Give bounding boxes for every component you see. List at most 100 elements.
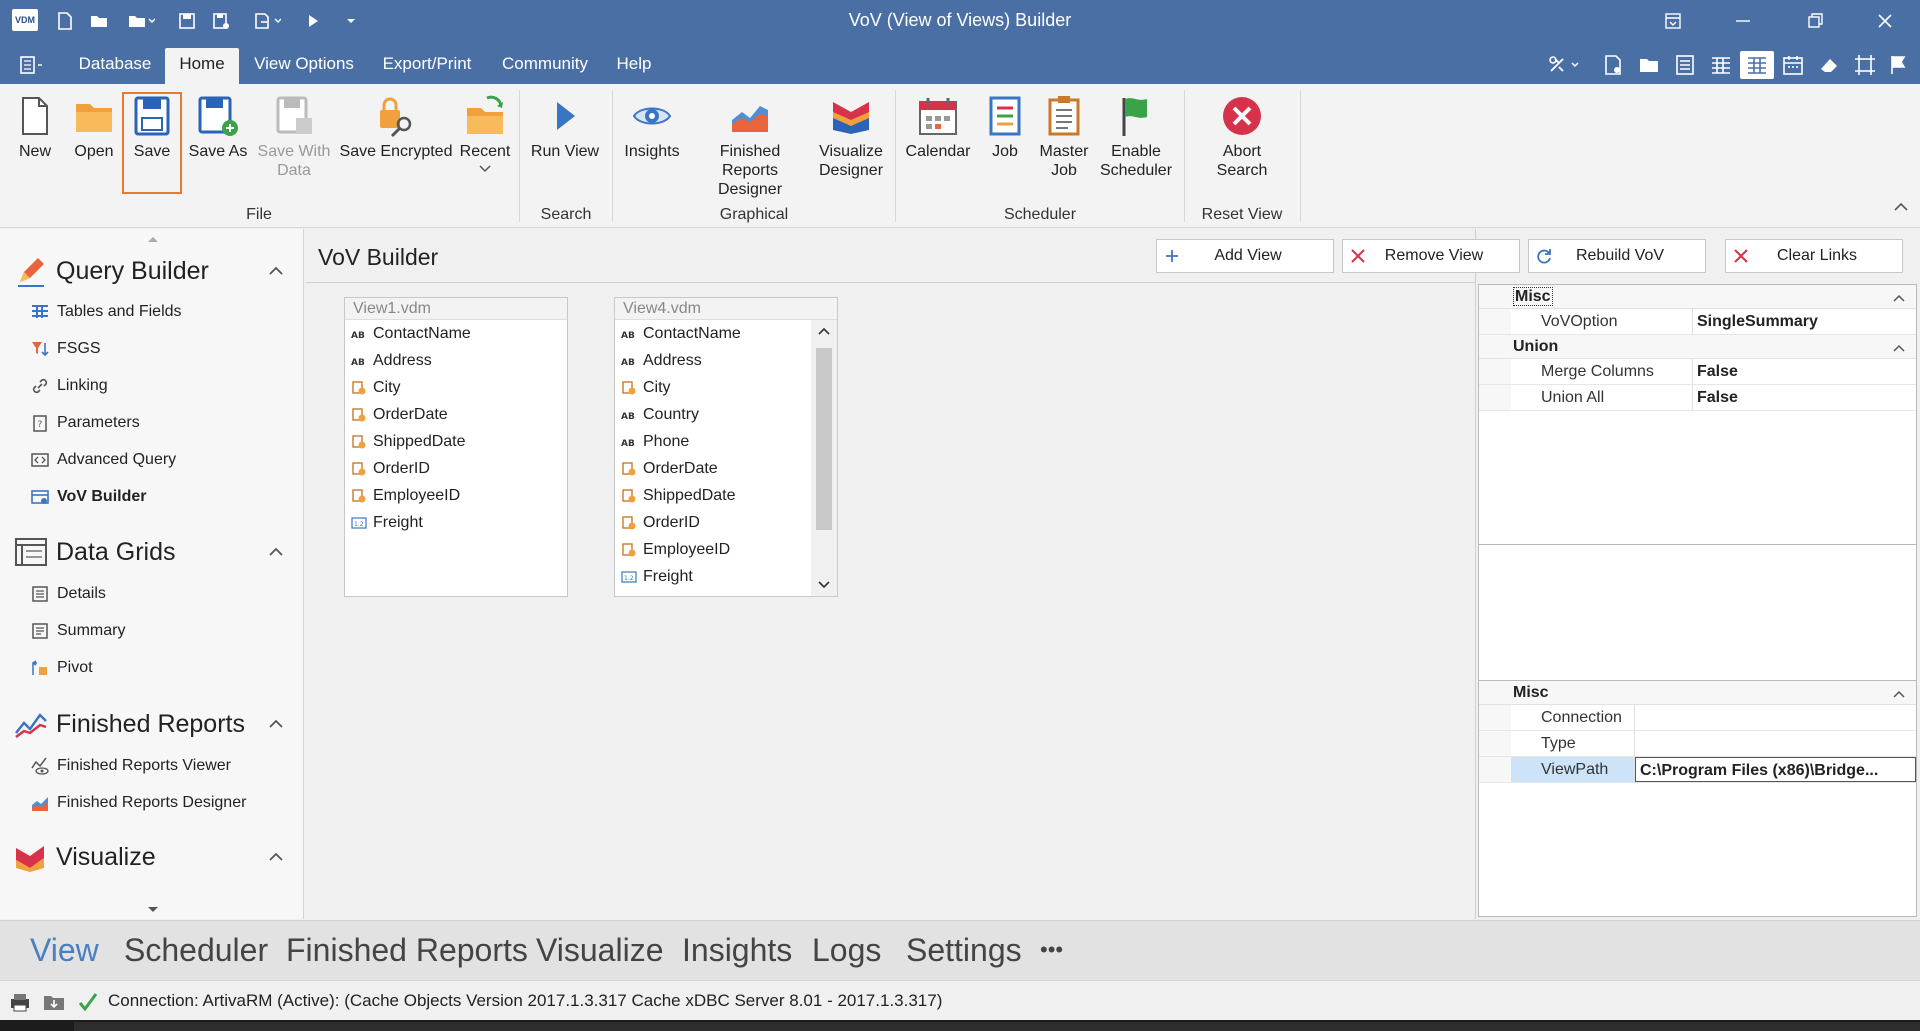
nav-item-parameters[interactable]: ? Parameters (30, 410, 140, 436)
view-table-view4[interactable]: View4.vdm AB ContactName AB Address City AB Co… (614, 297, 838, 597)
property-row-merge-columns[interactable]: Merge Columns False (1479, 359, 1916, 385)
flag-icon[interactable] (1882, 51, 1916, 79)
category-misc[interactable]: Misc (1479, 681, 1916, 705)
layout-icon[interactable] (1650, 6, 1696, 36)
enable-scheduler-button[interactable]: Enable Scheduler (1096, 94, 1176, 180)
field-item[interactable]: OrderDate (615, 455, 811, 482)
scroll-down-icon[interactable] (146, 905, 160, 915)
collapse-ribbon-icon[interactable] (1894, 202, 1908, 212)
field-item[interactable]: OrderID (345, 455, 567, 482)
bottom-tab-insights[interactable]: Insights (682, 932, 792, 969)
finished-reports-header[interactable]: Finished Reports (14, 704, 294, 744)
scroll-up-icon[interactable] (146, 234, 160, 244)
scrollbar-thumb[interactable] (816, 348, 832, 530)
scroll-up-icon[interactable] (818, 326, 830, 338)
add-view-button[interactable]: Add View (1156, 239, 1334, 273)
visualize-header[interactable]: Visualize (14, 837, 294, 877)
field-item[interactable]: OrderID (615, 509, 811, 536)
connection-settings-icon[interactable] (1540, 51, 1586, 79)
bottom-tab-logs[interactable]: Logs (812, 932, 881, 969)
bottom-tab-view[interactable]: View (30, 932, 99, 969)
nav-item-tables-and-fields[interactable]: Tables and Fields (30, 299, 182, 325)
field-item[interactable]: ShippedDate (615, 482, 811, 509)
nav-item-linking[interactable]: Linking (30, 373, 108, 399)
close-icon[interactable] (1862, 6, 1908, 36)
field-item[interactable]: AB ContactName (615, 320, 811, 347)
field-item[interactable]: AB Address (345, 347, 567, 374)
nav-item-pivot[interactable]: Pivot (30, 655, 93, 681)
remove-view-button[interactable]: Remove View (1342, 239, 1520, 273)
query-builder-header[interactable]: Query Builder (14, 251, 294, 291)
field-item[interactable]: AB Phone (615, 428, 811, 455)
abort-search-button[interactable]: Abort Search (1200, 94, 1284, 180)
tab-export-print[interactable]: Export/Print (372, 48, 482, 84)
tab-view-options[interactable]: View Options (244, 48, 364, 84)
grid-view-icon[interactable] (1704, 51, 1738, 79)
more-icon[interactable]: ••• (1040, 937, 1063, 963)
nav-item-summary[interactable]: Summary (30, 618, 125, 644)
nav-item-finished-reports-viewer[interactable]: Finished Reports Viewer (30, 753, 231, 779)
field-item[interactable]: 1.2 Freight (345, 509, 567, 536)
master-job-button[interactable]: Master Job (1036, 94, 1092, 180)
chevron-up-icon[interactable] (268, 263, 284, 279)
field-item[interactable]: ShippedDate (345, 428, 567, 455)
details-grid-icon[interactable] (1740, 51, 1774, 79)
new-button[interactable]: New (12, 94, 58, 161)
property-row-vovoption[interactable]: VoVOption SingleSummary (1479, 309, 1916, 335)
chevron-up-icon[interactable] (268, 849, 284, 865)
property-row-connection[interactable]: Connection (1479, 705, 1916, 731)
insights-button[interactable]: Insights (620, 94, 684, 161)
list-view-icon[interactable] (1668, 51, 1702, 79)
field-item[interactable]: AB Address (615, 347, 811, 374)
property-row-union-all[interactable]: Union All False (1479, 385, 1916, 411)
minimize-icon[interactable] (1720, 6, 1766, 36)
property-row-type[interactable]: Type (1479, 731, 1916, 757)
scroll-down-icon[interactable] (818, 578, 830, 590)
chevron-up-icon[interactable] (1892, 291, 1906, 305)
crop-icon[interactable] (1848, 51, 1882, 79)
field-item[interactable]: EmployeeID (615, 536, 811, 563)
calendar-button[interactable]: Calendar (904, 94, 972, 161)
category-union[interactable]: Union (1479, 335, 1916, 359)
nav-item-advanced-query[interactable]: Advanced Query (30, 447, 176, 473)
save-encrypted-button[interactable]: Save Encrypted (338, 94, 454, 161)
chevron-up-icon[interactable] (268, 716, 284, 732)
nav-item-fsgs[interactable]: FSGS (30, 336, 101, 362)
run-view-button[interactable]: Run View (528, 94, 602, 161)
nav-item-vov-builder[interactable]: VoV Builder (30, 484, 147, 510)
restore-icon[interactable] (1792, 6, 1838, 36)
open-button[interactable]: Open (68, 94, 120, 161)
calendar-icon[interactable] (1776, 51, 1810, 79)
bottom-tab-settings[interactable]: Settings (906, 932, 1022, 969)
field-list-scrollbar[interactable] (811, 320, 837, 596)
rebuild-vov-button[interactable]: Rebuild VoV (1528, 239, 1706, 273)
category-misc[interactable]: Misc (1479, 285, 1916, 309)
field-item[interactable]: 1.2 Freight (615, 563, 811, 590)
finished-reports-designer-button[interactable]: Finished Reports Designer (690, 94, 810, 199)
chevron-up-icon[interactable] (268, 544, 284, 560)
save-button[interactable]: Save (122, 92, 182, 194)
field-item[interactable]: City (345, 374, 567, 401)
recent-button[interactable]: Recent (458, 94, 512, 173)
tab-home[interactable]: Home (165, 48, 239, 84)
field-item[interactable]: EmployeeID (345, 482, 567, 509)
field-item[interactable]: AB ContactName (345, 320, 567, 347)
bottom-tab-scheduler[interactable]: Scheduler (124, 932, 268, 969)
folder-download-icon[interactable] (42, 990, 66, 1014)
nav-item-finished-reports-designer[interactable]: Finished Reports Designer (30, 790, 246, 816)
tab-database[interactable]: Database (68, 48, 162, 84)
printer-icon[interactable] (8, 990, 32, 1014)
visualize-designer-button[interactable]: Visualize Designer (814, 94, 888, 180)
job-button[interactable]: Job (980, 94, 1030, 161)
field-item[interactable]: OrderDate (345, 401, 567, 428)
app-menu-icon[interactable] (12, 51, 52, 79)
chevron-up-icon[interactable] (1892, 341, 1906, 355)
folder-icon[interactable] (1632, 51, 1666, 79)
tab-help[interactable]: Help (606, 48, 662, 84)
field-item[interactable]: AB Country (615, 401, 811, 428)
view-table-view1[interactable]: View1.vdm AB ContactName AB Address City Orde… (344, 297, 568, 597)
chevron-up-icon[interactable] (1892, 687, 1906, 701)
bottom-tab-visualize[interactable]: Visualize (536, 932, 663, 969)
save-with-data-button[interactable]: Save With Data (254, 94, 334, 180)
data-grids-header[interactable]: Data Grids (14, 532, 294, 572)
